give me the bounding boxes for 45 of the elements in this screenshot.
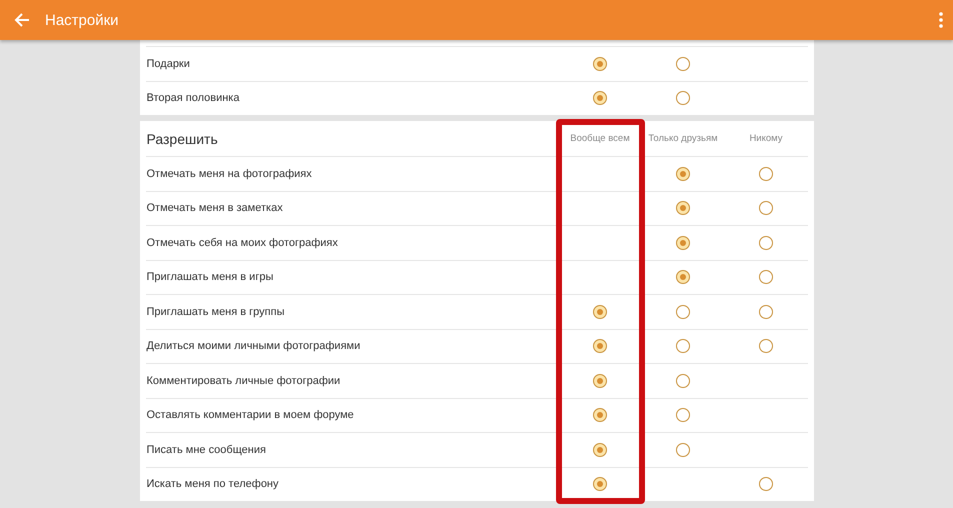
radio-button[interactable] bbox=[676, 408, 690, 422]
radio-button[interactable] bbox=[676, 304, 690, 319]
radio-button[interactable] bbox=[676, 236, 690, 250]
setting-label: Отмечать меня на фотографиях bbox=[146, 168, 313, 180]
radio-button[interactable] bbox=[593, 91, 607, 106]
radio-button[interactable] bbox=[593, 477, 607, 492]
radio-button[interactable] bbox=[759, 304, 773, 319]
radio-button[interactable] bbox=[676, 442, 690, 457]
setting-label: Оставлять комментарии в моем форуме bbox=[146, 409, 355, 422]
radio-button[interactable] bbox=[593, 304, 607, 319]
section-title: Разрешить bbox=[146, 130, 219, 146]
column-header: Вообще всем bbox=[569, 133, 631, 144]
setting-label: Приглашать меня в группы bbox=[146, 306, 286, 318]
radio-button[interactable] bbox=[593, 374, 607, 388]
column-header: Никому bbox=[748, 133, 784, 144]
radio-button[interactable] bbox=[676, 339, 690, 354]
more-menu-icon[interactable] bbox=[939, 12, 943, 28]
radio-button[interactable] bbox=[759, 477, 773, 492]
radio-button[interactable] bbox=[676, 166, 690, 181]
radio-button[interactable] bbox=[759, 236, 773, 250]
setting-label: Искать меня по телефону bbox=[146, 478, 280, 490]
radio-button[interactable] bbox=[676, 270, 690, 284]
setting-label: Комментировать личные фотографии bbox=[146, 374, 342, 387]
radio-button[interactable] bbox=[676, 91, 690, 106]
screen-title: Настройки bbox=[45, 12, 120, 28]
radio-button[interactable] bbox=[593, 408, 607, 422]
radio-button[interactable] bbox=[759, 201, 773, 216]
back-arrow-icon[interactable] bbox=[14, 12, 30, 28]
setting-label: Подарки bbox=[146, 58, 191, 70]
radio-button[interactable] bbox=[759, 339, 773, 354]
setting-label: Писать мне сообщения bbox=[146, 444, 267, 456]
radio-button[interactable] bbox=[676, 56, 690, 71]
radio-button[interactable] bbox=[759, 166, 773, 181]
radio-button[interactable] bbox=[759, 270, 773, 284]
setting-label: Вторая половинка bbox=[146, 92, 240, 104]
setting-label: Отмечать меня в заметках bbox=[146, 202, 284, 214]
column-header: Только друзьям bbox=[647, 133, 719, 144]
setting-label: Делиться моими личными фотографиями bbox=[146, 340, 362, 352]
radio-button[interactable] bbox=[676, 201, 690, 216]
radio-button[interactable] bbox=[593, 56, 607, 71]
setting-label: Приглашать меня в игры bbox=[146, 271, 274, 284]
radio-button[interactable] bbox=[676, 374, 690, 388]
setting-label: Отмечать себя на моих фотографиях bbox=[146, 236, 339, 249]
radio-button[interactable] bbox=[593, 339, 607, 354]
radio-button[interactable] bbox=[593, 442, 607, 457]
